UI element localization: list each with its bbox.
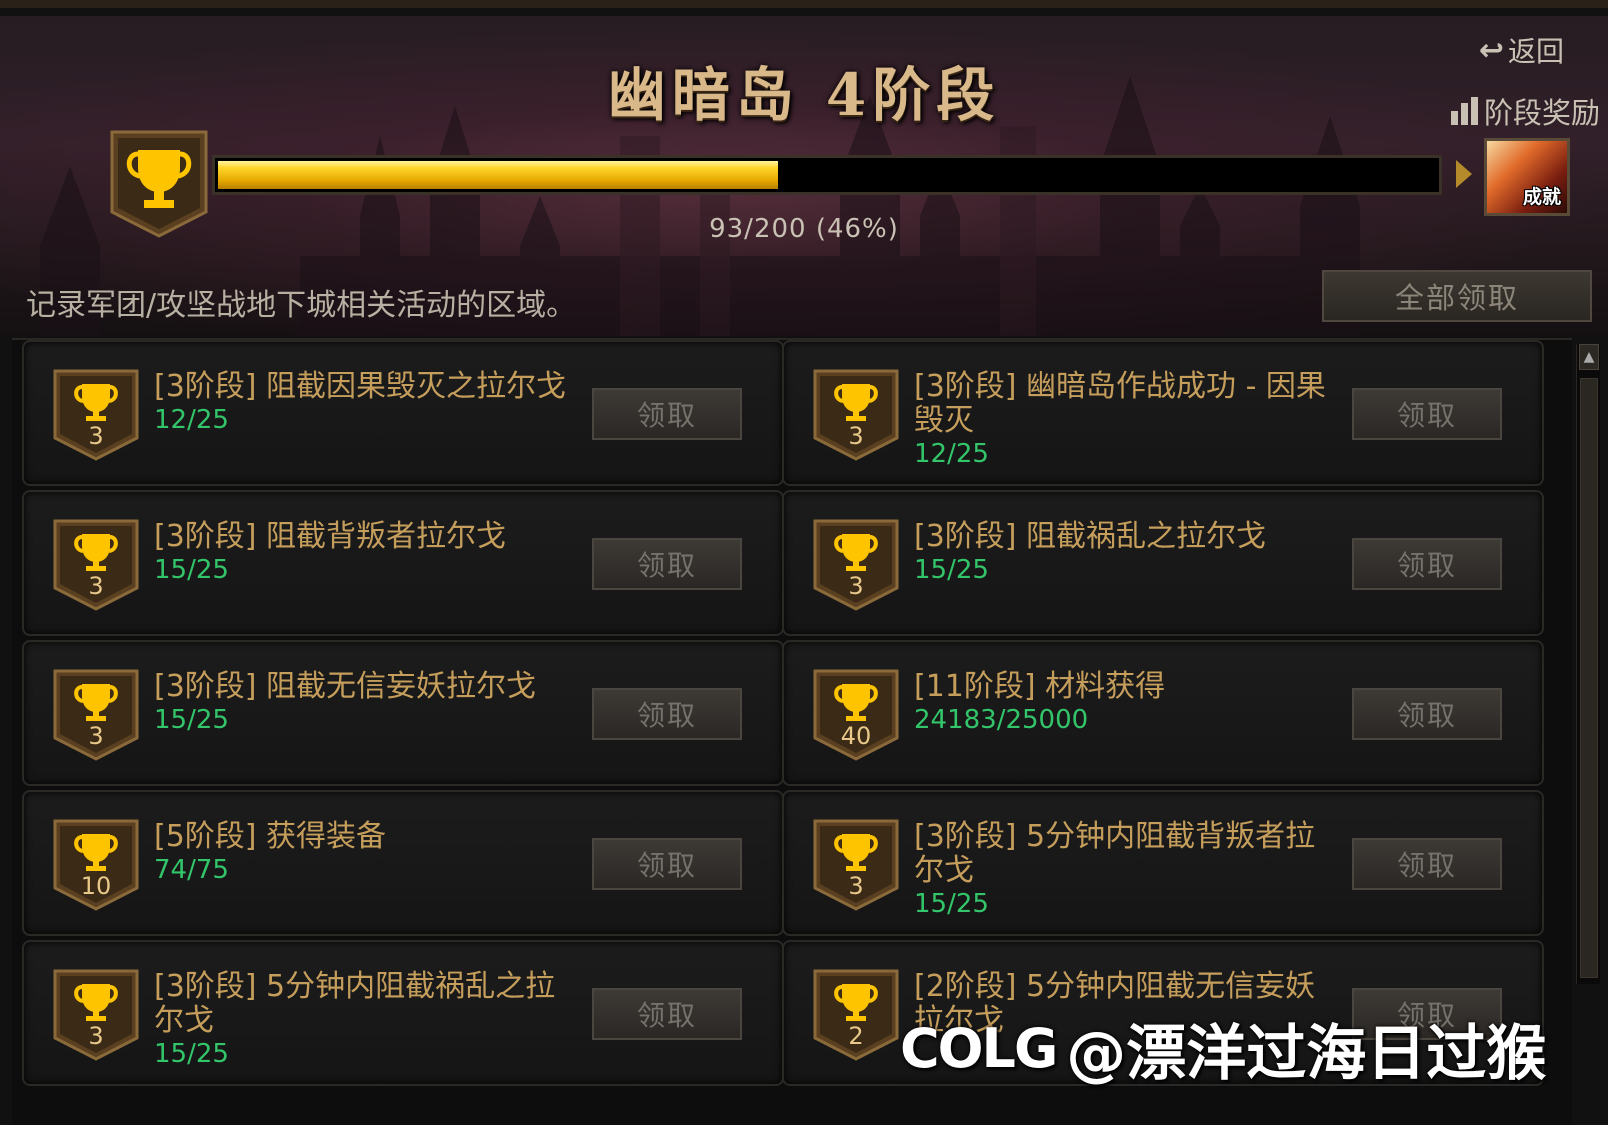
achievement-progress: 12/25 (914, 439, 989, 469)
badge-points: 3 (848, 872, 864, 900)
achievement-reward-icon[interactable]: 成就 (1484, 138, 1570, 216)
achievement-progress: 15/25 (914, 889, 989, 919)
achievement-name: [3阶段] 5分钟内阻截背叛者拉尔戈 (914, 819, 1316, 888)
back-label: 返回 (1507, 35, 1564, 68)
progress-arrow-icon (1456, 160, 1472, 188)
achievement-card: 3 [3阶段] 5分钟内阻截背叛者拉尔戈 15/25 领取 (782, 790, 1544, 936)
badge-points: 3 (848, 422, 864, 450)
achievement-card: 3 [3阶段] 阻截因果毁灭之拉尔戈 12/25 领取 (22, 340, 784, 486)
achievement-title: [11阶段] 材料获得 24183/25000 (914, 670, 1334, 736)
achievement-card: 3 [3阶段] 阻截无信妄妖拉尔戈 15/25 领取 (22, 640, 784, 786)
achievement-title: [5阶段] 获得装备 74/75 (154, 820, 574, 886)
achievement-card: 3 [3阶段] 5分钟内阻截祸乱之拉尔戈 15/25 领取 (22, 940, 784, 1086)
achievement-progress: 15/25 (914, 555, 989, 585)
achievement-card: 10 [5阶段] 获得装备 74/75 领取 (22, 790, 784, 936)
trophy-badge-icon: 3 (52, 968, 140, 1062)
trophy-badge-icon: 3 (812, 818, 900, 912)
reward-label: 成就 (1522, 186, 1561, 208)
achievement-name: [3阶段] 5分钟内阻截祸乱之拉尔戈 (154, 969, 556, 1038)
achievement-name: [3阶段] 阻截无信妄妖拉尔戈 (154, 669, 537, 704)
achievement-card: 3 [3阶段] 幽暗岛作战成功 - 因果毁灭 12/25 领取 (782, 340, 1544, 486)
claim-button[interactable]: 领取 (592, 688, 742, 740)
claim-button[interactable]: 领取 (592, 388, 742, 440)
achievement-progress: 24183/25000 (914, 705, 1089, 735)
achievement-progress: 74/75 (154, 855, 229, 885)
list-scrollbar[interactable]: ▲ (1576, 344, 1600, 984)
badge-points: 40 (840, 722, 872, 750)
watermark: COLG @漂洋过海日过猴 (900, 1008, 1546, 1089)
claim-button[interactable]: 领取 (1352, 838, 1502, 890)
stage-reward-button[interactable]: 阶段奖励 (1450, 90, 1600, 132)
achievement-name: [11阶段] 材料获得 (914, 669, 1166, 704)
achievement-progress: 15/25 (154, 1039, 229, 1069)
badge-points: 3 (848, 572, 864, 600)
achievement-title: [3阶段] 阻截背叛者拉尔戈 15/25 (154, 520, 574, 586)
stage-progress-fill (218, 161, 779, 189)
trophy-badge-icon: 2 (812, 968, 900, 1062)
achievement-title: [3阶段] 5分钟内阻截祸乱之拉尔戈 15/25 (154, 970, 574, 1070)
stage-progress-bar (212, 155, 1442, 195)
achievement-title: [3阶段] 阻截因果毁灭之拉尔戈 12/25 (154, 370, 574, 436)
bar-chart-icon (1450, 97, 1478, 125)
stage-description: 记录军团/攻坚战地下城相关活动的区域。 (26, 288, 577, 323)
badge-points: 10 (80, 872, 112, 900)
achievement-name: [3阶段] 幽暗岛作战成功 - 因果毁灭 (914, 369, 1326, 438)
badge-points: 2 (848, 1022, 864, 1050)
achievement-name: [3阶段] 阻截背叛者拉尔戈 (154, 519, 507, 554)
achievement-title: [3阶段] 5分钟内阻截背叛者拉尔戈 15/25 (914, 820, 1334, 920)
achievement-name: [3阶段] 阻截祸乱之拉尔戈 (914, 519, 1267, 554)
watermark-text: @漂洋过海日过猴 (1066, 1018, 1547, 1089)
scroll-thumb[interactable] (1580, 378, 1598, 978)
trophy-badge-icon: 3 (52, 518, 140, 612)
trophy-badge-icon: 3 (52, 368, 140, 462)
badge-points: 3 (88, 1022, 104, 1050)
achievement-name: [3阶段] 阻截因果毁灭之拉尔戈 (154, 369, 567, 404)
progress-text: 93/200 (46%) (709, 214, 899, 244)
achievement-progress: 15/25 (154, 705, 229, 735)
badge-points: 3 (88, 572, 104, 600)
achievement-window: 幽暗岛 4阶段 ↩ 返回 阶段奖励 成就 93/200 (46%) 记录军团/攻… (0, 0, 1608, 1125)
achievement-card: 40 [11阶段] 材料获得 24183/25000 领取 (782, 640, 1544, 786)
return-arrow-icon: ↩ (1478, 32, 1504, 68)
achievement-card: 3 [3阶段] 阻截祸乱之拉尔戈 15/25 领取 (782, 490, 1544, 636)
achievement-title: [3阶段] 阻截祸乱之拉尔戈 15/25 (914, 520, 1334, 586)
achievement-card: 3 [3阶段] 阻截背叛者拉尔戈 15/25 领取 (22, 490, 784, 636)
achievement-progress: 12/25 (154, 405, 229, 435)
achievement-name: [5阶段] 获得装备 (154, 819, 387, 854)
achievement-progress: 15/25 (154, 555, 229, 585)
claim-button[interactable]: 领取 (592, 538, 742, 590)
page-title: 幽暗岛 4阶段 (607, 61, 1001, 129)
badge-points: 3 (88, 722, 104, 750)
claim-button[interactable]: 领取 (592, 988, 742, 1040)
achievement-title: [3阶段] 阻截无信妄妖拉尔戈 15/25 (154, 670, 574, 736)
achievement-title: [3阶段] 幽暗岛作战成功 - 因果毁灭 12/25 (914, 370, 1334, 470)
trophy-badge-icon: 3 (812, 518, 900, 612)
trophy-badge-icon: 3 (812, 368, 900, 462)
trophy-badge-icon: 40 (812, 668, 900, 762)
claim-button[interactable]: 领取 (1352, 538, 1502, 590)
claim-button[interactable]: 领取 (1352, 388, 1502, 440)
badge-points: 3 (88, 422, 104, 450)
claim-all-button[interactable]: 全部领取 (1322, 270, 1592, 322)
trophy-badge-icon: 10 (52, 818, 140, 912)
colg-logo: COLG (900, 1016, 1058, 1080)
trophy-badge-icon: 3 (52, 668, 140, 762)
claim-button[interactable]: 领取 (592, 838, 742, 890)
claim-button[interactable]: 领取 (1352, 688, 1502, 740)
back-button[interactable]: ↩ 返回 (1479, 30, 1564, 70)
scroll-up-button[interactable]: ▲ (1579, 344, 1599, 370)
stage-reward-label: 阶段奖励 (1483, 96, 1600, 130)
